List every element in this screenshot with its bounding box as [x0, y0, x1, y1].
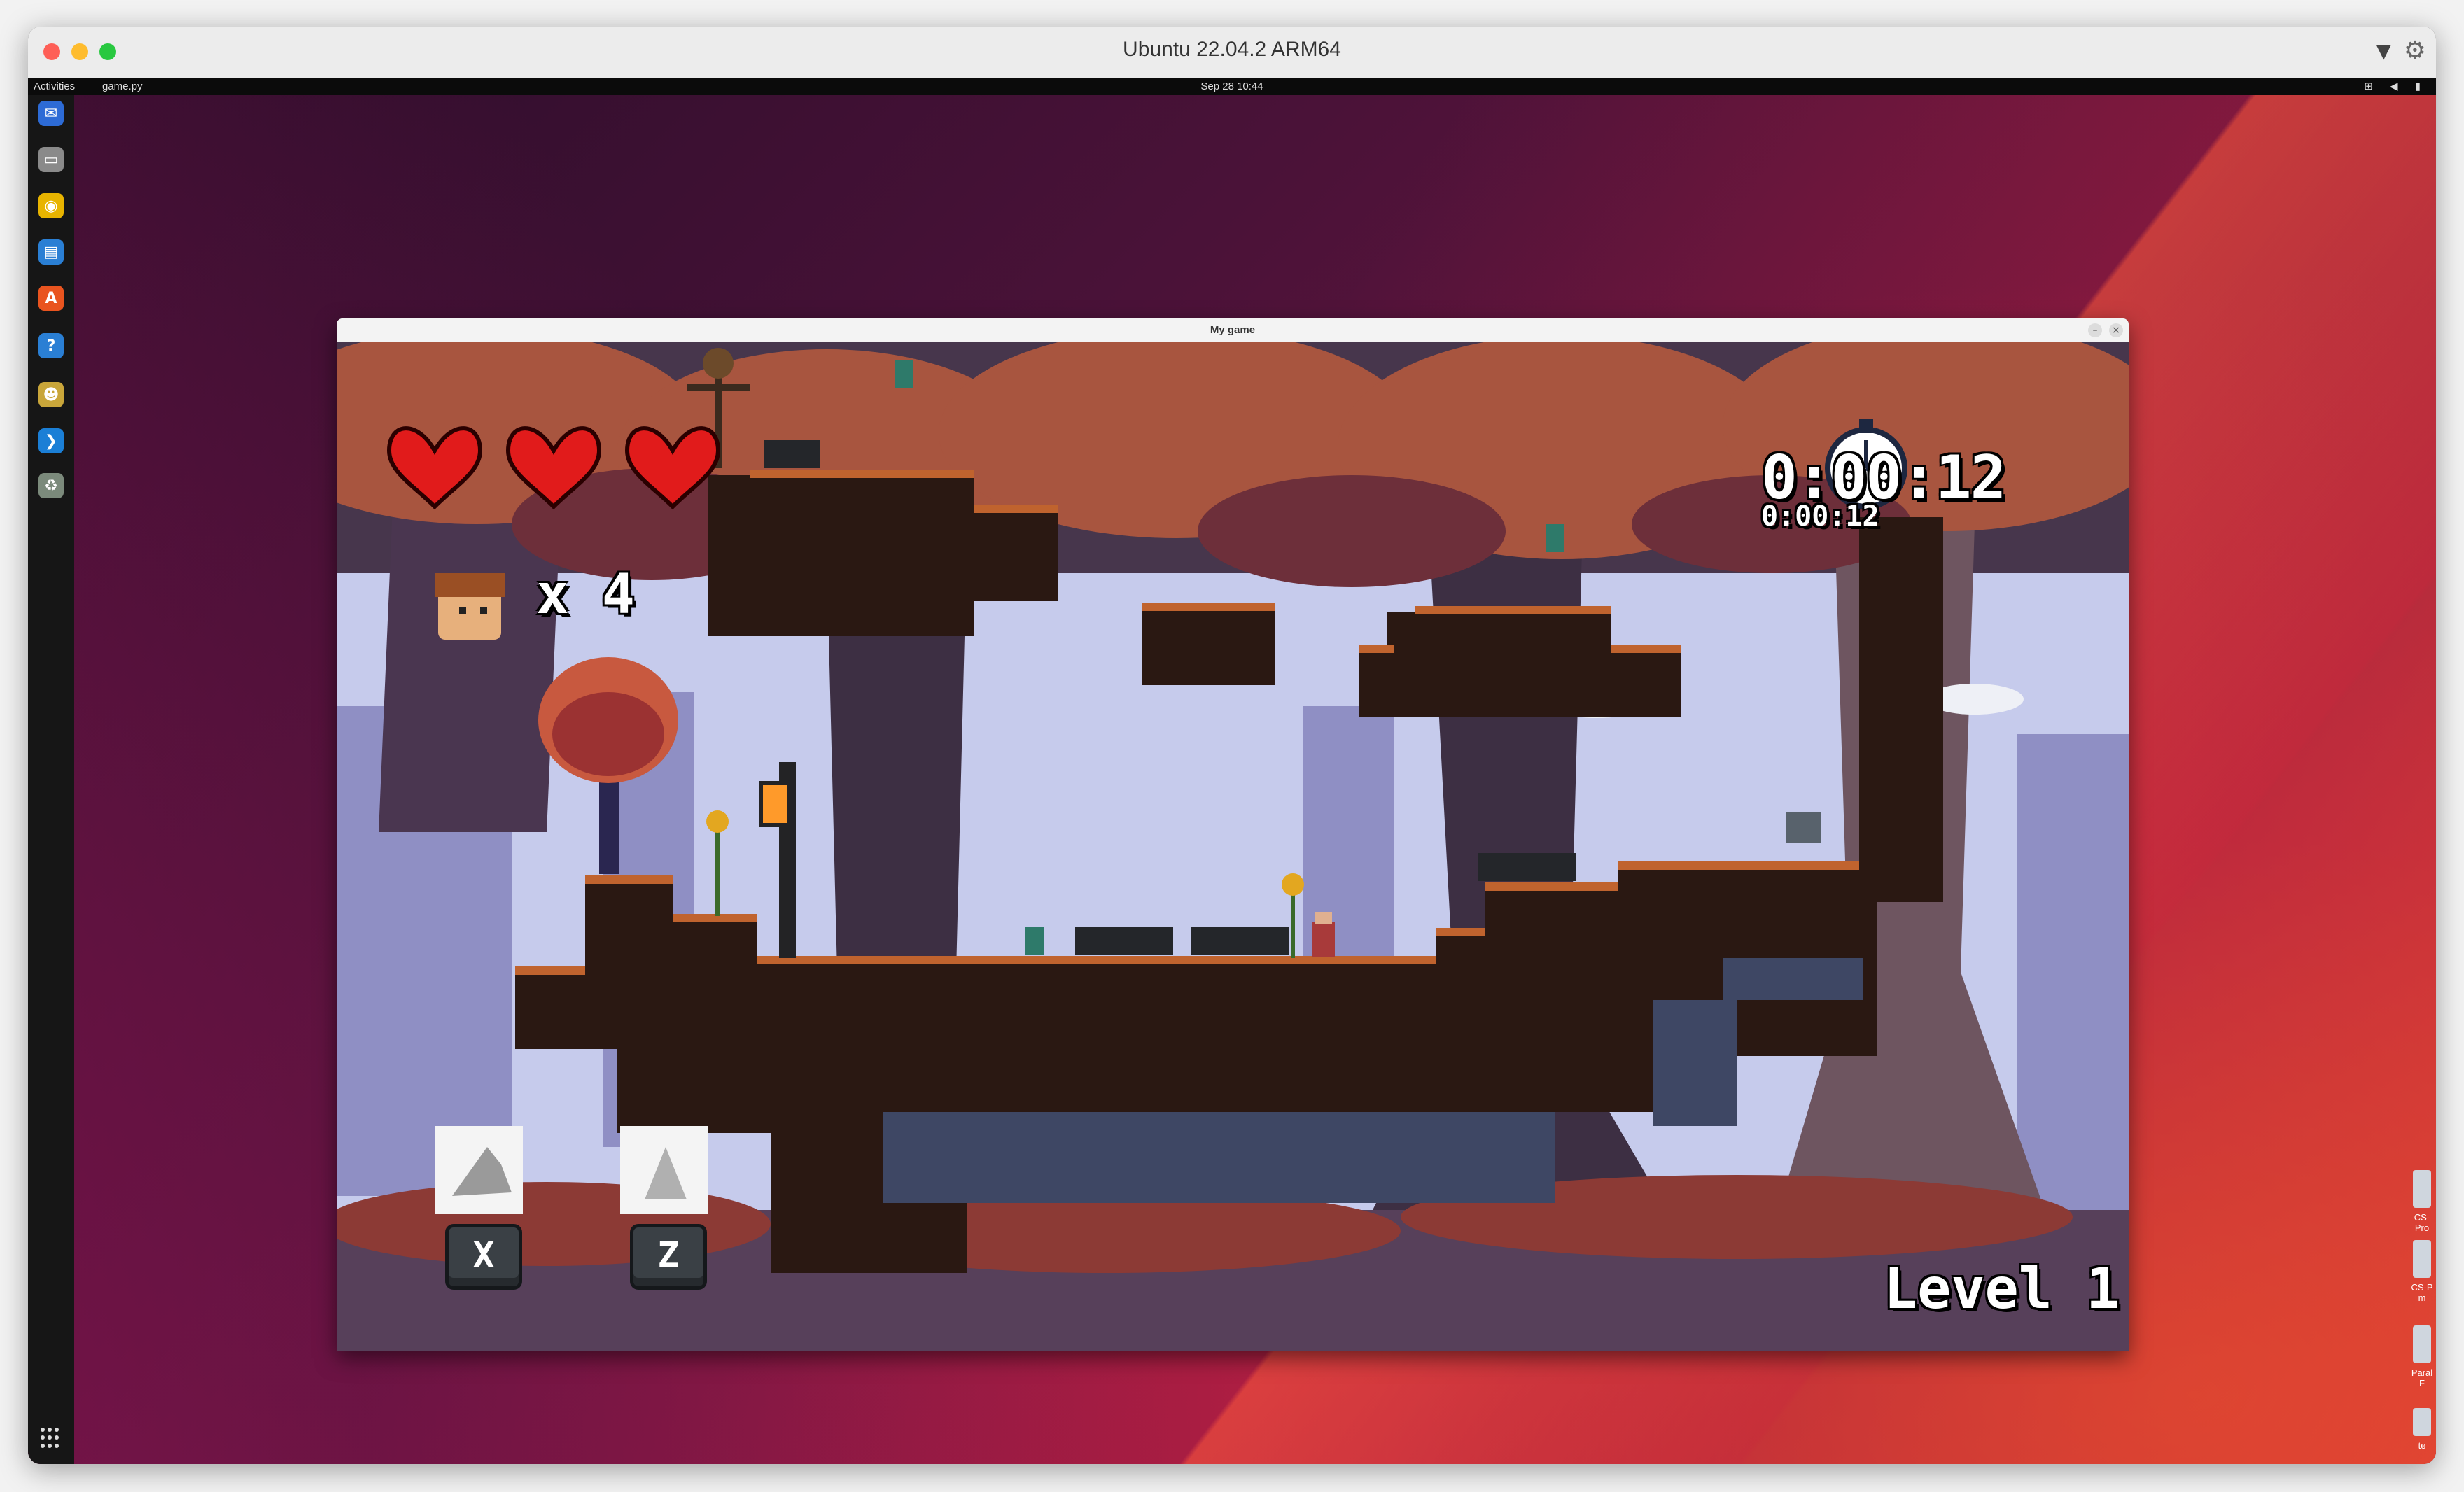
grid-dot: [41, 1443, 45, 1448]
ubuntu-desktop: Activities game.py Sep 28 10:44 ⊞ ◀ ▮ ✉ ▭…: [28, 78, 2436, 1464]
gear-icon[interactable]: ⚙: [2404, 36, 2426, 65]
desktop-file-label: CS-Pro: [2414, 1212, 2430, 1233]
top-bar: Activities game.py Sep 28 10:44 ⊞ ◀ ▮: [28, 78, 2436, 95]
grid-dot: [55, 1443, 59, 1448]
vm-titlebar: Ubuntu 22.04.2 ARM64 ▼ ⚙: [28, 27, 2436, 79]
writer-icon[interactable]: ▤: [38, 239, 64, 265]
grid-dot: [41, 1428, 45, 1432]
thunderbird-icon[interactable]: ✉: [38, 101, 64, 126]
help-icon[interactable]: ?: [38, 333, 64, 358]
game-window[interactable]: My game – × x 4 0:00:12 0:00:12 Level 1 …: [337, 318, 2129, 1351]
player-character: [1312, 912, 1335, 957]
file-icon: [2413, 1325, 2431, 1363]
minimize-button[interactable]: –: [2088, 323, 2102, 337]
grid-dot: [55, 1435, 59, 1440]
desktop-file[interactable]: CS-P m: [2408, 1240, 2436, 1303]
close-button[interactable]: ×: [2109, 323, 2123, 337]
grid-dot: [48, 1443, 52, 1448]
python-game-icon[interactable]: ☻: [38, 382, 64, 407]
trash-icon[interactable]: ♻: [38, 473, 64, 498]
desktop-file[interactable]: Paral F: [2408, 1325, 2436, 1388]
game-window-title: My game: [1210, 324, 1256, 336]
files-icon[interactable]: ▭: [38, 147, 64, 172]
best-time: 0:00:12: [1761, 500, 1879, 533]
vscode-icon[interactable]: ❯: [38, 428, 64, 453]
jump-key-z: Z: [630, 1224, 707, 1290]
desktop-file[interactable]: CS-Pro: [2408, 1170, 2436, 1233]
grid-dot: [48, 1435, 52, 1440]
game-titlebar[interactable]: My game – ×: [337, 318, 2129, 343]
vm-title: Ubuntu 22.04.2 ARM64: [1123, 38, 1341, 61]
file-icon: [2413, 1170, 2431, 1208]
desktop-file-label: Paral F: [2411, 1367, 2433, 1388]
grid-dot: [48, 1428, 52, 1432]
dock: ✉ ▭ ◉ ▤ A? ☻ ❯ ♻: [28, 95, 74, 1464]
app-center-icon[interactable]: A: [38, 286, 64, 311]
chevron-down-icon[interactable]: ▼: [2376, 39, 2391, 62]
player-head-icon: [435, 573, 505, 640]
grid-dot: [55, 1428, 59, 1432]
grid-dot: [41, 1435, 45, 1440]
desktop-file-label: te: [2418, 1440, 2426, 1451]
file-icon: [2413, 1408, 2431, 1436]
lives-counter: x 4: [536, 563, 635, 626]
desktop-file-label: CS-P m: [2411, 1282, 2433, 1303]
dash-key-x: X: [445, 1224, 522, 1290]
vm-window: Ubuntu 22.04.2 ARM64 ▼ ⚙ Activities game…: [28, 27, 2436, 1464]
level-label: Level 1: [1884, 1256, 2120, 1321]
file-icon: [2413, 1240, 2431, 1278]
clock[interactable]: Sep 28 10:44: [28, 80, 2436, 92]
rhythmbox-icon[interactable]: ◉: [38, 193, 64, 218]
desktop-file[interactable]: te: [2408, 1408, 2436, 1451]
system-tray[interactable]: ⊞ ◀ ▮: [2364, 80, 2428, 92]
show-applications-icon[interactable]: [41, 1428, 62, 1449]
